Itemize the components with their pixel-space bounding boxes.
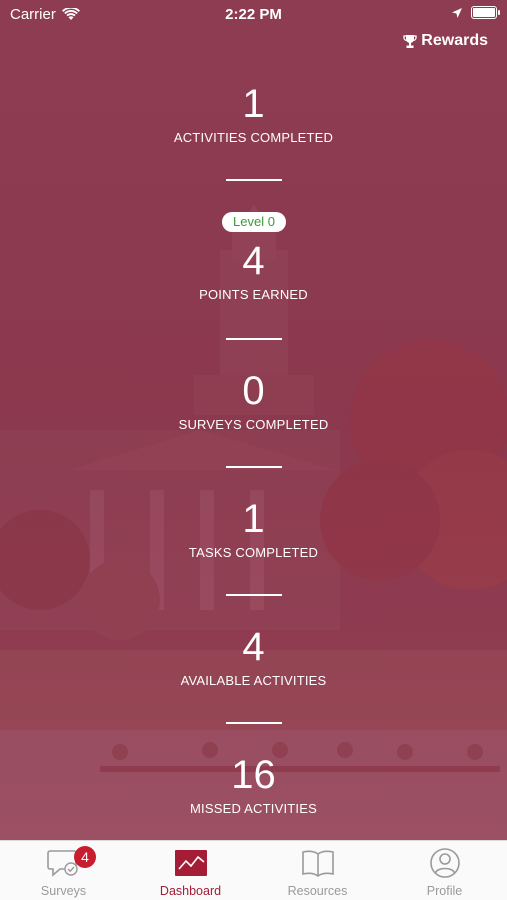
divider — [226, 594, 282, 596]
stat-missed-activities: 16 MISSED ACTIVITIES — [0, 753, 507, 816]
stat-label: TASKS COMPLETED — [188, 545, 319, 560]
profile-user-icon — [430, 848, 460, 878]
rewards-button[interactable]: Rewards — [403, 32, 488, 50]
stat-value: 0 — [242, 369, 265, 413]
stat-label: AVAILABLE ACTIVITIES — [180, 673, 327, 688]
trophy-icon — [403, 34, 417, 48]
divider — [226, 722, 282, 724]
tab-profile[interactable]: Profile — [381, 841, 507, 900]
divider — [226, 338, 282, 340]
stat-label: MISSED ACTIVITIES — [190, 801, 317, 816]
stat-value: 4 — [242, 625, 265, 669]
battery-icon — [471, 6, 500, 19]
tab-resources[interactable]: Resources — [254, 841, 381, 900]
dashboard-screen: Carrier 2:22 PM Rewards 1 ACTIVITIES COM… — [0, 0, 507, 900]
stat-label: ACTIVITIES COMPLETED — [173, 130, 334, 145]
stat-value: 1 — [242, 82, 265, 126]
stat-value: 1 — [242, 497, 265, 541]
status-right-group — [451, 6, 500, 19]
stat-activities-completed: 1 ACTIVITIES COMPLETED — [0, 82, 507, 145]
tab-label: Resources — [287, 884, 348, 898]
tab-bar: 4 Surveys Dashboard Resources Profile — [0, 840, 507, 900]
tab-dashboard[interactable]: Dashboard — [127, 841, 254, 900]
stat-tasks-completed: 1 TASKS COMPLETED — [0, 497, 507, 560]
status-bar: Carrier 2:22 PM — [0, 0, 507, 28]
stat-value: 16 — [231, 753, 276, 797]
stat-label: POINTS EARNED — [199, 287, 308, 302]
level-badge: Level 0 — [222, 212, 286, 232]
tab-label: Dashboard — [159, 884, 222, 898]
tab-surveys[interactable]: 4 Surveys — [0, 841, 127, 900]
resources-book-icon — [302, 850, 334, 877]
tab-label: Surveys — [40, 884, 87, 898]
stat-label: SURVEYS COMPLETED — [178, 417, 329, 432]
rewards-label: Rewards — [421, 32, 488, 49]
stat-surveys-completed: 0 SURVEYS COMPLETED — [0, 369, 507, 432]
divider — [226, 466, 282, 468]
tab-label: Profile — [426, 884, 463, 898]
status-time: 2:22 PM — [225, 6, 282, 23]
surveys-badge: 4 — [74, 846, 96, 868]
location-arrow-icon — [452, 7, 462, 18]
dashboard-chart-icon — [175, 850, 207, 876]
divider — [226, 179, 282, 181]
stat-available-activities: 4 AVAILABLE ACTIVITIES — [0, 625, 507, 688]
stat-value: 4 — [242, 239, 265, 283]
stat-points-earned: 4 POINTS EARNED — [0, 239, 507, 302]
